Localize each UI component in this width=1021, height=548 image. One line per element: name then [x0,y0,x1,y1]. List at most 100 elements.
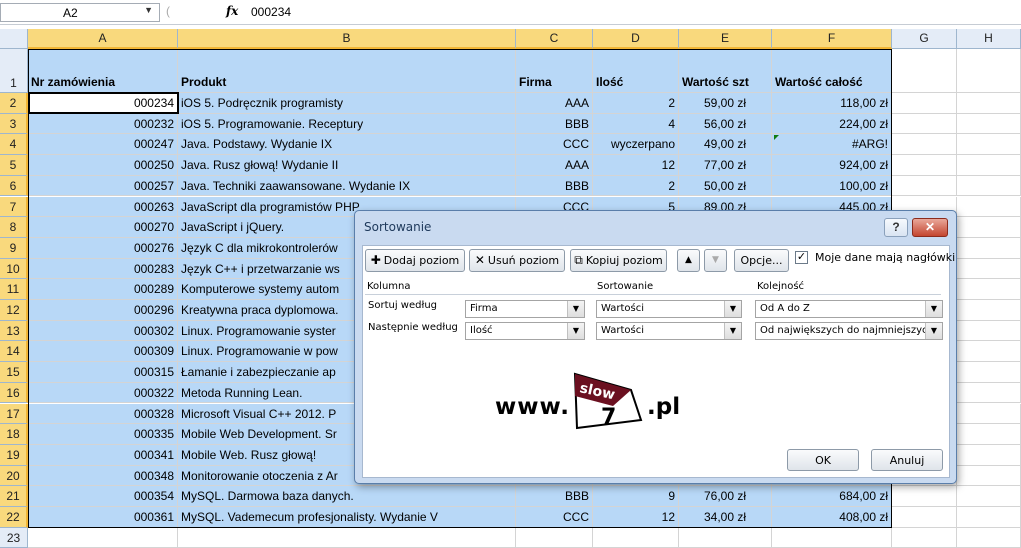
cell-h4[interactable] [957,134,1021,156]
move-down-button[interactable]: ▼ [704,249,727,272]
row-header-5[interactable]: 5 [0,155,28,176]
cell-c3[interactable]: BBB [516,113,593,135]
column-header-b[interactable]: B [178,29,516,49]
cell-c6[interactable]: BBB [516,175,593,197]
select-all-corner[interactable] [0,29,28,49]
cell-d5[interactable]: 12 [593,155,679,176]
cell-d21[interactable]: 9 [593,486,679,507]
delete-level-button[interactable]: ✕ Usuń poziom [469,249,565,272]
row-header-10[interactable]: 10 [0,258,28,280]
cell-b2[interactable]: iOS 5. Podręcznik programisty [178,93,516,114]
column-header-g[interactable]: G [892,29,957,49]
cell-a9[interactable]: 000276 [28,237,178,259]
cell-a6[interactable]: 000257 [28,175,178,197]
level-2-order-select[interactable]: Od największych do najmniejszych ▼ [755,322,943,340]
level-1-order-select[interactable]: Od A do Z ▼ [755,300,943,318]
column-header-f[interactable]: F [772,29,892,49]
cell-a17[interactable]: 000328 [28,403,178,425]
cell-d22[interactable]: 12 [593,507,679,528]
row-header-21[interactable]: 21 [0,486,28,507]
row-header-16[interactable]: 16 [0,382,28,404]
header-cell-f[interactable]: Wartość całość [772,49,892,93]
cell-a4[interactable]: 000247 [28,134,178,156]
cell-g6[interactable] [892,175,957,197]
row-header-20[interactable]: 20 [0,465,28,487]
cell-h3[interactable] [957,113,1021,135]
cell-a14[interactable]: 000309 [28,341,178,363]
column-header-d[interactable]: D [593,29,679,49]
cell-e5[interactable]: 77,00 zł [679,155,772,176]
cell-h1[interactable] [957,49,1021,93]
cell-g1[interactable] [892,49,957,93]
cell-c21[interactable]: BBB [516,486,593,507]
level-2-sort-on-select[interactable]: Wartości ▼ [596,322,742,340]
cell-h14[interactable] [957,341,1021,363]
cell-a7[interactable]: 000263 [28,196,178,218]
cell-h6[interactable] [957,175,1021,197]
cell-b3[interactable]: iOS 5. Programowanie. Receptury [178,113,516,135]
header-cell-e[interactable]: Wartość szt [679,49,772,93]
cell-h8[interactable] [957,217,1021,238]
cell-f5[interactable]: 924,00 zł [772,155,892,176]
row-header-2[interactable]: 2 [0,93,28,114]
header-cell-a[interactable]: Nr zamówienia [28,49,178,93]
cell-h19[interactable] [957,444,1021,466]
row-header-17[interactable]: 17 [0,403,28,425]
cell-g4[interactable] [892,134,957,156]
chevron-down-icon[interactable]: ▼ [144,5,153,15]
cell-g21[interactable] [892,486,957,507]
cell-a11[interactable]: 000289 [28,279,178,300]
cell-h12[interactable] [957,300,1021,321]
cell-f3[interactable]: 224,00 zł [772,113,892,135]
cell-h18[interactable] [957,424,1021,445]
cell-h15[interactable] [957,362,1021,383]
row-header-11[interactable]: 11 [0,279,28,300]
row-header-15[interactable]: 15 [0,362,28,383]
row-header-18[interactable]: 18 [0,424,28,445]
cell-g5[interactable] [892,155,957,176]
cell-g22[interactable] [892,507,957,528]
cell-h13[interactable] [957,320,1021,342]
row-header-14[interactable]: 14 [0,341,28,363]
cancel-button[interactable]: Anuluj [871,449,943,471]
header-cell-b[interactable]: Produkt [178,49,516,93]
cell-a10[interactable]: 000283 [28,258,178,280]
cell-h9[interactable] [957,237,1021,259]
cell-d4[interactable]: wyczerpano [593,134,679,156]
cell-d3[interactable]: 4 [593,113,679,135]
cell-a19[interactable]: 000341 [28,444,178,466]
cell-a2[interactable]: 000234 [28,93,178,114]
options-button[interactable]: Opcje... [734,249,789,272]
cell-h5[interactable] [957,155,1021,176]
cell-h22[interactable] [957,507,1021,528]
cell-a18[interactable]: 000335 [28,424,178,445]
cell-f4[interactable]: #ARG! [772,134,892,156]
cell-h21[interactable] [957,486,1021,507]
cell-b22[interactable]: MySQL. Vademecum profesjonalisty. Wydani… [178,507,516,528]
cell-e6[interactable]: 50,00 zł [679,175,772,197]
header-cell-d[interactable]: Ilość [593,49,679,93]
cell-h7[interactable] [957,196,1021,218]
row-header-3[interactable]: 3 [0,113,28,135]
cell-e2[interactable]: 59,00 zł [679,93,772,114]
cell-f2[interactable]: 118,00 zł [772,93,892,114]
help-button[interactable]: ? [884,218,908,237]
row-header-8[interactable]: 8 [0,217,28,238]
cell-a13[interactable]: 000302 [28,320,178,342]
cell-a16[interactable]: 000322 [28,382,178,404]
cell-a15[interactable]: 000315 [28,362,178,383]
name-box[interactable]: A2 ▼ [0,3,160,22]
row-header-19[interactable]: 19 [0,444,28,466]
cell-a3[interactable]: 000232 [28,113,178,135]
cell-a21[interactable]: 000354 [28,486,178,507]
cell-h10[interactable] [957,258,1021,280]
cell-c22[interactable]: CCC [516,507,593,528]
cell-c4[interactable]: CCC [516,134,593,156]
cell-a22[interactable]: 000361 [28,507,178,528]
cell-g2[interactable] [892,93,957,114]
row-header-7[interactable]: 7 [0,196,28,218]
row-header-4[interactable]: 4 [0,134,28,156]
cell-d6[interactable]: 2 [593,175,679,197]
cell-c2[interactable]: AAA [516,93,593,114]
cell-h17[interactable] [957,403,1021,425]
